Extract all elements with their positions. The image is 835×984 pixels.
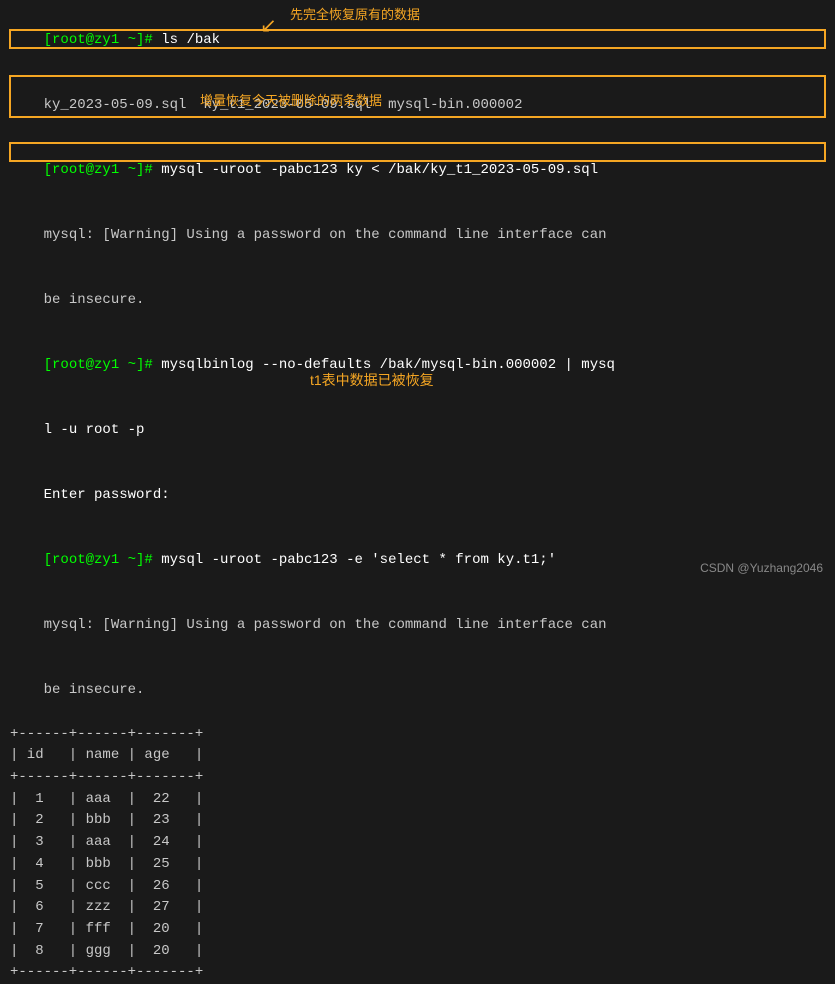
watermark: CSDN @Yuzhang2046 — [700, 561, 823, 575]
cmd-9: mysql -uroot -pabc123 -e 'select * from … — [161, 552, 556, 568]
prompt-6: [root@zy1 ~]# — [44, 357, 162, 373]
table-header: | id | name | age | — [10, 745, 825, 767]
annotation-incremental-restore: 增量恢复今天被删除的两条数据 — [200, 90, 382, 109]
table-border-bottom: +------+------+-------+ — [10, 962, 825, 984]
output-10: mysql: [Warning] Using a password on the… — [44, 617, 607, 633]
terminal-line-4: mysql: [Warning] Using a password on the… — [10, 203, 825, 268]
output-4: mysql: [Warning] Using a password on the… — [44, 227, 607, 243]
table-border-top: +------+------+-------+ — [10, 724, 825, 746]
terminal-line-2: ky_2023-05-09.sql ky_t1_2023-05-09.sql m… — [10, 73, 825, 138]
output-5: be insecure. — [44, 292, 145, 308]
table-row-6: | 6 | zzz | 27 | — [10, 897, 825, 919]
table-row-1: | 1 | aaa | 22 | — [10, 789, 825, 811]
table-row-3: | 3 | aaa | 24 | — [10, 832, 825, 854]
cmd-8: Enter password: — [44, 487, 170, 503]
cmd-7: l -u root -p — [44, 422, 145, 438]
cmd-3: mysql -uroot -pabc123 ky < /bak/ky_t1_20… — [161, 162, 598, 178]
cmd-1: ls /bak — [161, 32, 220, 48]
terminal-line-10: mysql: [Warning] Using a password on the… — [10, 594, 825, 659]
terminal-line-8: Enter password: — [10, 463, 825, 528]
arrow-icon-1: ↙ — [260, 18, 277, 38]
annotation-data-restored: t1表中数据已被恢复 — [310, 370, 434, 390]
output-11: be insecure. — [44, 682, 145, 698]
terminal-line-7: l -u root -p — [10, 398, 825, 463]
annotation-full-restore: 先完全恢复原有的数据 — [290, 4, 420, 23]
table-row-4: | 4 | bbb | 25 | — [10, 854, 825, 876]
terminal: [root@zy1 ~]# ls /bak ky_2023-05-09.sql … — [0, 0, 835, 583]
terminal-line-3: [root@zy1 ~]# mysql -uroot -pabc123 ky <… — [10, 138, 825, 203]
prompt-1: [root@zy1 ~]# — [44, 32, 162, 48]
table-row-8: | 8 | ggg | 20 | — [10, 941, 825, 963]
terminal-line-11: be insecure. — [10, 659, 825, 724]
table-header-border: +------+------+-------+ — [10, 767, 825, 789]
prompt-9: [root@zy1 ~]# — [44, 552, 162, 568]
table-row-5: | 5 | ccc | 26 | — [10, 876, 825, 898]
table-row-7: | 7 | fff | 20 | — [10, 919, 825, 941]
terminal-line-5: be insecure. — [10, 268, 825, 333]
prompt-3: [root@zy1 ~]# — [44, 162, 162, 178]
table-row-2: | 2 | bbb | 23 | — [10, 810, 825, 832]
